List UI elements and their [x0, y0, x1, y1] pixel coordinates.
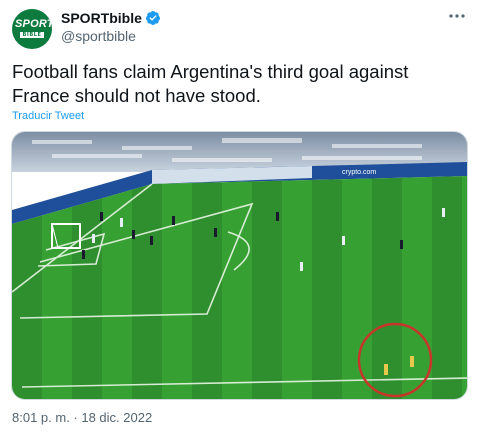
- verified-badge-icon: [145, 11, 160, 25]
- author-handle[interactable]: @sportbible: [61, 28, 136, 44]
- tweet-text: Football fans claim Argentina's third go…: [12, 61, 409, 106]
- author-display-name[interactable]: SPORTbible: [61, 10, 142, 26]
- author-avatar[interactable]: SPORT BIBLE: [12, 9, 52, 49]
- football-pitch-image: crypto.com: [12, 132, 467, 399]
- avatar-logo-text: SPORT: [15, 18, 52, 30]
- more-options-icon[interactable]: [447, 8, 467, 24]
- ad-board-text: crypto.com: [342, 169, 376, 176]
- tweet-media-image[interactable]: crypto.com: [11, 131, 468, 400]
- avatar-logo-subtext: BIBLE: [20, 32, 44, 38]
- translate-tweet-link[interactable]: Traducir Tweet: [12, 110, 84, 122]
- tweet-timestamp[interactable]: 8:01 p. m. · 18 dic. 2022: [12, 410, 152, 425]
- author-name-row: SPORTbible: [61, 9, 161, 27]
